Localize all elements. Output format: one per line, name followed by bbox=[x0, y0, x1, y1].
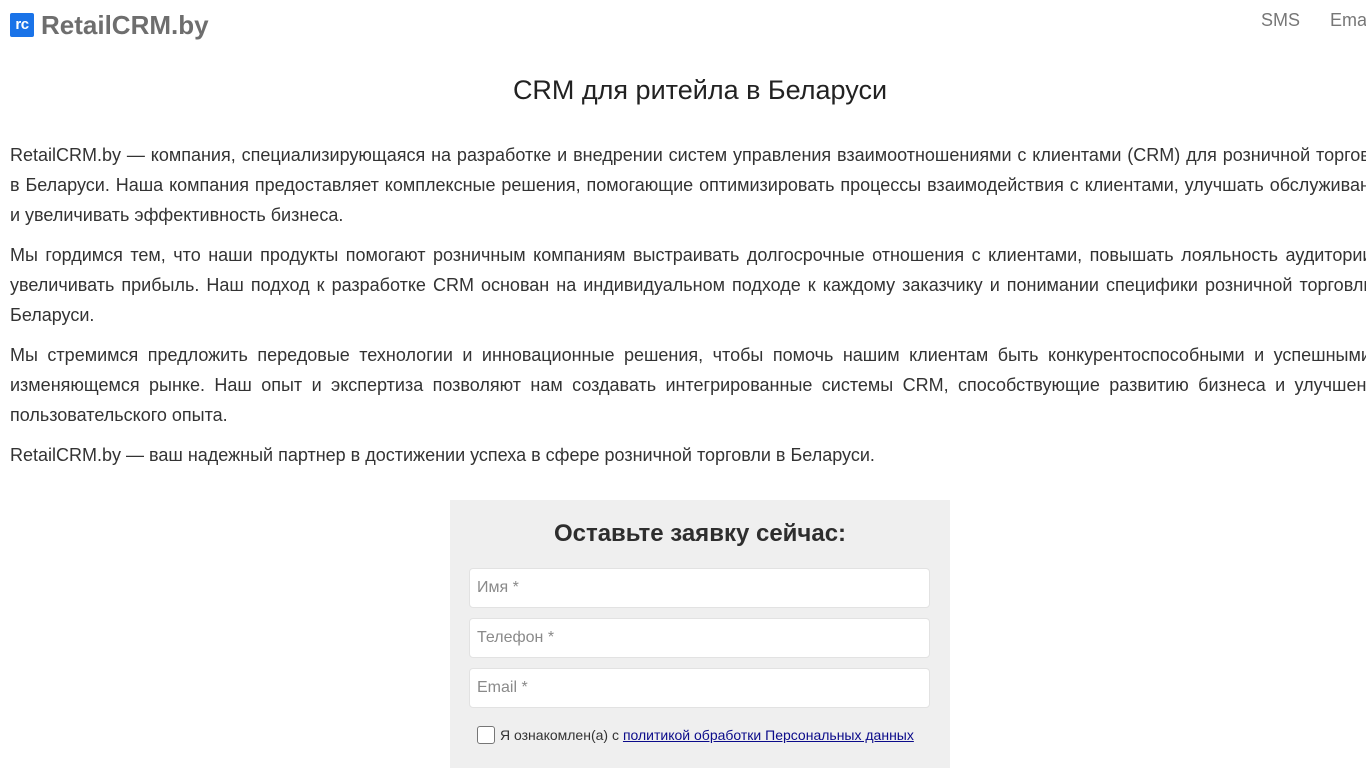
site-header: rc RetailCRM.by SMS Email bbox=[0, 0, 1366, 50]
page: rc RetailCRM.by SMS Email CRM для ритейла… bbox=[0, 0, 1366, 768]
consent-text: Я ознакомлен(а) с bbox=[500, 727, 619, 743]
paragraph-pride: Мы гордимся тем, что наши продукты помог… bbox=[10, 245, 1366, 325]
email-input[interactable] bbox=[469, 668, 930, 708]
nav-item-email[interactable]: Email bbox=[1330, 9, 1366, 31]
paragraph-mission: Мы стремимся предложить передовые технол… bbox=[10, 345, 1366, 425]
consent-row: Я ознакомлен(а) с политикой обработки Пе… bbox=[477, 726, 914, 744]
consent-checkbox[interactable] bbox=[477, 726, 495, 744]
paragraph-intro: RetailCRM.by — компания, специализирующа… bbox=[10, 145, 1366, 225]
privacy-policy-link[interactable]: политикой обработки Персональных данных bbox=[623, 727, 914, 743]
form-heading: Оставьте заявку сейчас: bbox=[553, 520, 847, 547]
top-nav: SMS Email bbox=[1261, 9, 1366, 31]
phone-input[interactable] bbox=[469, 618, 930, 658]
site-logo[interactable]: rc RetailCRM.by bbox=[10, 9, 209, 41]
logo-text: RetailCRM.by bbox=[41, 10, 209, 40]
paragraph-partner: RetailCRM.by — ваш надежный партнер в до… bbox=[10, 445, 875, 465]
request-form: Оставьте заявку сейчас: Я ознакомлен(а) … bbox=[450, 500, 950, 768]
nav-item-sms[interactable]: SMS bbox=[1261, 9, 1300, 31]
name-input[interactable] bbox=[469, 568, 930, 608]
logo-badge-icon: rc bbox=[10, 13, 34, 37]
about-text: RetailCRM.by — компания, специализирующа… bbox=[10, 140, 1366, 480]
page-title: CRM для ритейла в Беларуси bbox=[512, 75, 888, 105]
